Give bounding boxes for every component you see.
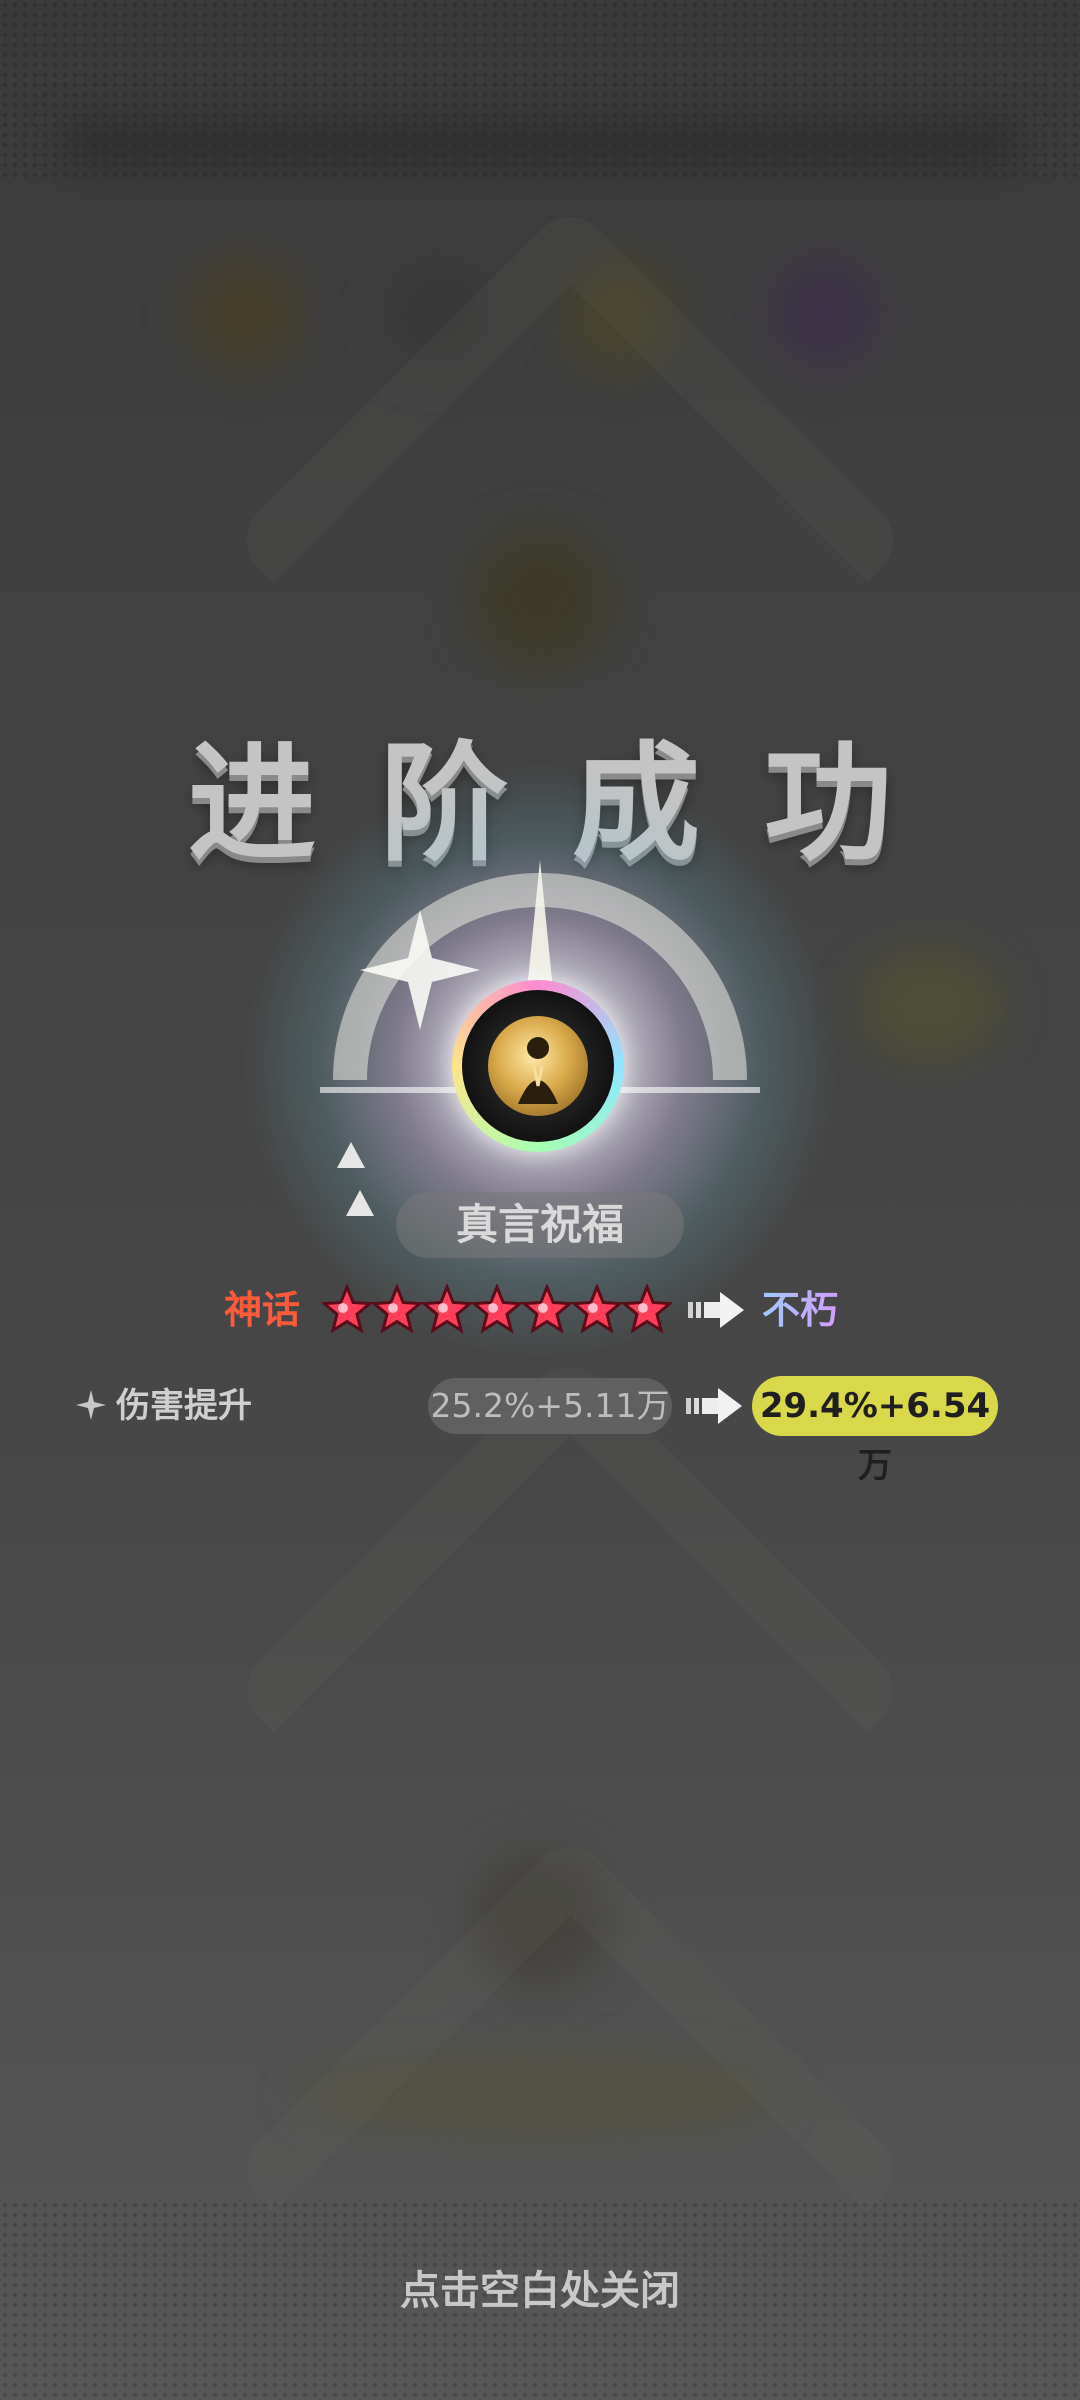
arrow-right-icon — [686, 1388, 742, 1424]
rank-up-triangle-icon — [337, 1142, 365, 1168]
rarity-to: 不朽 — [762, 1282, 838, 1338]
star-shine — [438, 1303, 448, 1313]
star-shine — [338, 1303, 348, 1313]
praying-figure-icon — [488, 1016, 588, 1116]
skill-name: 真言祝福 — [396, 1192, 684, 1258]
background-icon-1 — [190, 260, 300, 370]
arrow-right-icon — [688, 1292, 744, 1328]
star-shine — [488, 1303, 498, 1313]
stat-upgrade-row: 伤害提升 25.2%+5.11万 29.4%+6.54万 — [0, 1376, 1080, 1486]
rarity-from: 神话 — [224, 1288, 301, 1332]
background-header-band — [60, 120, 1020, 170]
rarity-upgrade-row: 神话 不朽 — [0, 1282, 1080, 1338]
tap-to-close-hint[interactable]: 点击空白处关闭 — [0, 2258, 1080, 2316]
star-shine — [388, 1303, 398, 1313]
star-rating — [322, 1284, 672, 1336]
star-shine — [538, 1303, 548, 1313]
stat-new-value: 29.4%+6.54万 — [752, 1376, 998, 1486]
stat-old-value: 25.2%+5.11万 — [428, 1378, 672, 1434]
star-shine — [638, 1303, 648, 1313]
background-icon-6 — [860, 950, 1000, 1060]
stat-label: 伤害提升 — [116, 1386, 252, 1426]
rank-up-triangle-icon — [346, 1190, 374, 1216]
star-shine — [588, 1303, 598, 1313]
background-icon-4 — [770, 260, 880, 370]
skill-icon — [452, 980, 624, 1152]
sparkle-icon — [76, 1390, 106, 1420]
upgrade-result-overlay[interactable]: 进阶成功 真言祝福 神话 — [0, 0, 1080, 2400]
